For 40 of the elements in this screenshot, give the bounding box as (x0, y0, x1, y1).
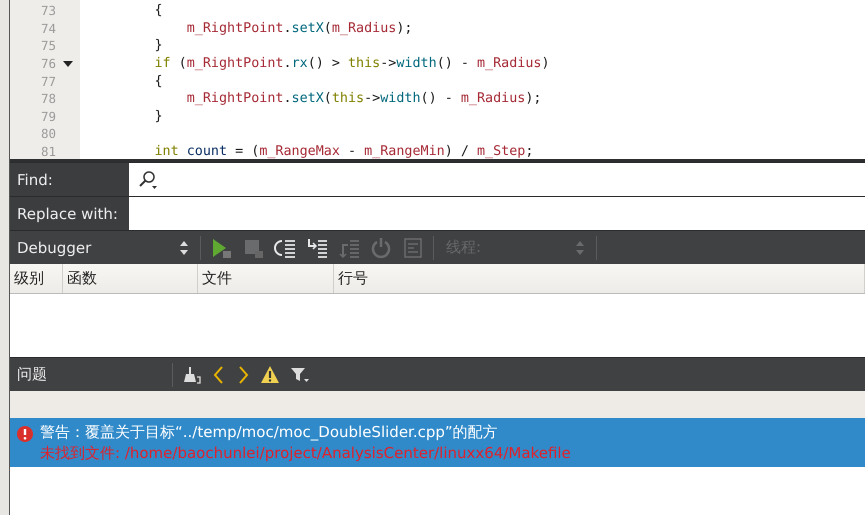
line-number: 78 (40, 91, 56, 106)
column-header[interactable]: 行号 (334, 264, 865, 293)
replace-field[interactable] (129, 197, 865, 230)
line-number: 80 (40, 126, 56, 142)
line-number: 73 (40, 3, 56, 18)
issue-item[interactable]: 警告：覆盖关于目标“../temp/moc/moc_DoubleSlider.cpp”的配方 未找到文件: /home/baochunlei/project/AnalysisCenter/linuxx64/Makefile (10, 418, 865, 467)
step-into-icon (306, 236, 328, 258)
line-number: 75 (40, 38, 56, 54)
warning-icon (260, 364, 280, 384)
column-header[interactable]: 级别 (10, 264, 63, 293)
code-line: { (153, 3, 163, 18)
column-header[interactable]: 函数 (63, 264, 198, 293)
power-icon (370, 236, 392, 258)
issues-title: 问题 (16, 365, 48, 384)
line-number: 79 (40, 108, 56, 124)
search-icon[interactable] (138, 170, 158, 190)
debugger-dropdown[interactable]: Debugger (10, 234, 195, 262)
line-number: 81 (40, 144, 56, 160)
issue-message: 警告：覆盖关于目标“../temp/moc/moc_DoubleSlider.cpp”的配方 (40, 422, 499, 443)
code-line: m_RightPoint.setX(this->width() - m_Radius); (186, 91, 542, 106)
document-icon (402, 236, 424, 258)
code-line: } (153, 108, 163, 124)
code-line: int count = (m_RangeMax - m_RangeMin) / m_Step; (153, 144, 534, 160)
line-number: 77 (40, 74, 56, 89)
issue-detail: 未找到文件: /home/baochunlei/project/AnalysisCenter/linuxx64/Makefile (40, 443, 571, 464)
code-line: { (153, 74, 163, 89)
code-line: } (153, 38, 163, 54)
find-field[interactable] (129, 163, 865, 196)
code-line: if (m_RightPoint.rx() > this->width() - m_Radius) (153, 56, 550, 72)
find-label: Find: (16, 170, 54, 190)
play-icon (210, 236, 232, 258)
replace-label: Replace with: (16, 204, 119, 224)
line-number: 76 (40, 56, 56, 72)
broom-icon (182, 364, 202, 384)
code-line: m_RightPoint.setX(m_Radius); (186, 20, 412, 36)
updown-arrow-icon (575, 240, 585, 256)
line-number: 74 (40, 20, 56, 36)
column-header[interactable]: 文件 (198, 264, 334, 293)
updown-arrow-icon (179, 240, 189, 256)
fold-arrow-icon[interactable] (63, 60, 73, 68)
